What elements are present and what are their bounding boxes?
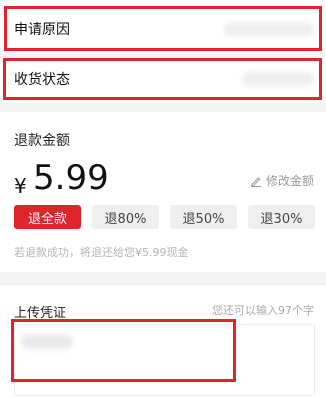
pencil-icon (250, 176, 261, 187)
refund-30-button[interactable]: 退30% (248, 205, 315, 229)
refund-options: 退全款 退80% 退50% 退30% (14, 205, 315, 229)
highlight-upload (11, 319, 236, 382)
currency-symbol: ¥ (14, 174, 27, 198)
refund-amount: 5.99 (33, 158, 109, 198)
refund-card: 退款金额 ¥ 5.99 修改金额 退全款 退80% 退50% 退30% 若退款成… (0, 112, 326, 272)
highlight-status (3, 58, 322, 100)
refund-title: 退款金额 (14, 133, 70, 149)
highlight-reason (4, 6, 322, 51)
refund-full-button[interactable]: 退全款 (14, 205, 81, 229)
char-remaining: 您还可以输入97个字 (212, 304, 314, 317)
refund-80-button[interactable]: 退80% (92, 205, 159, 229)
refund-hint: 若退款成功，将退还给您¥5.99现金 (14, 246, 189, 259)
edit-amount-button[interactable]: 修改金额 (250, 172, 314, 189)
refund-50-button[interactable]: 退50% (170, 205, 237, 229)
edit-amount-label: 修改金额 (265, 174, 314, 188)
